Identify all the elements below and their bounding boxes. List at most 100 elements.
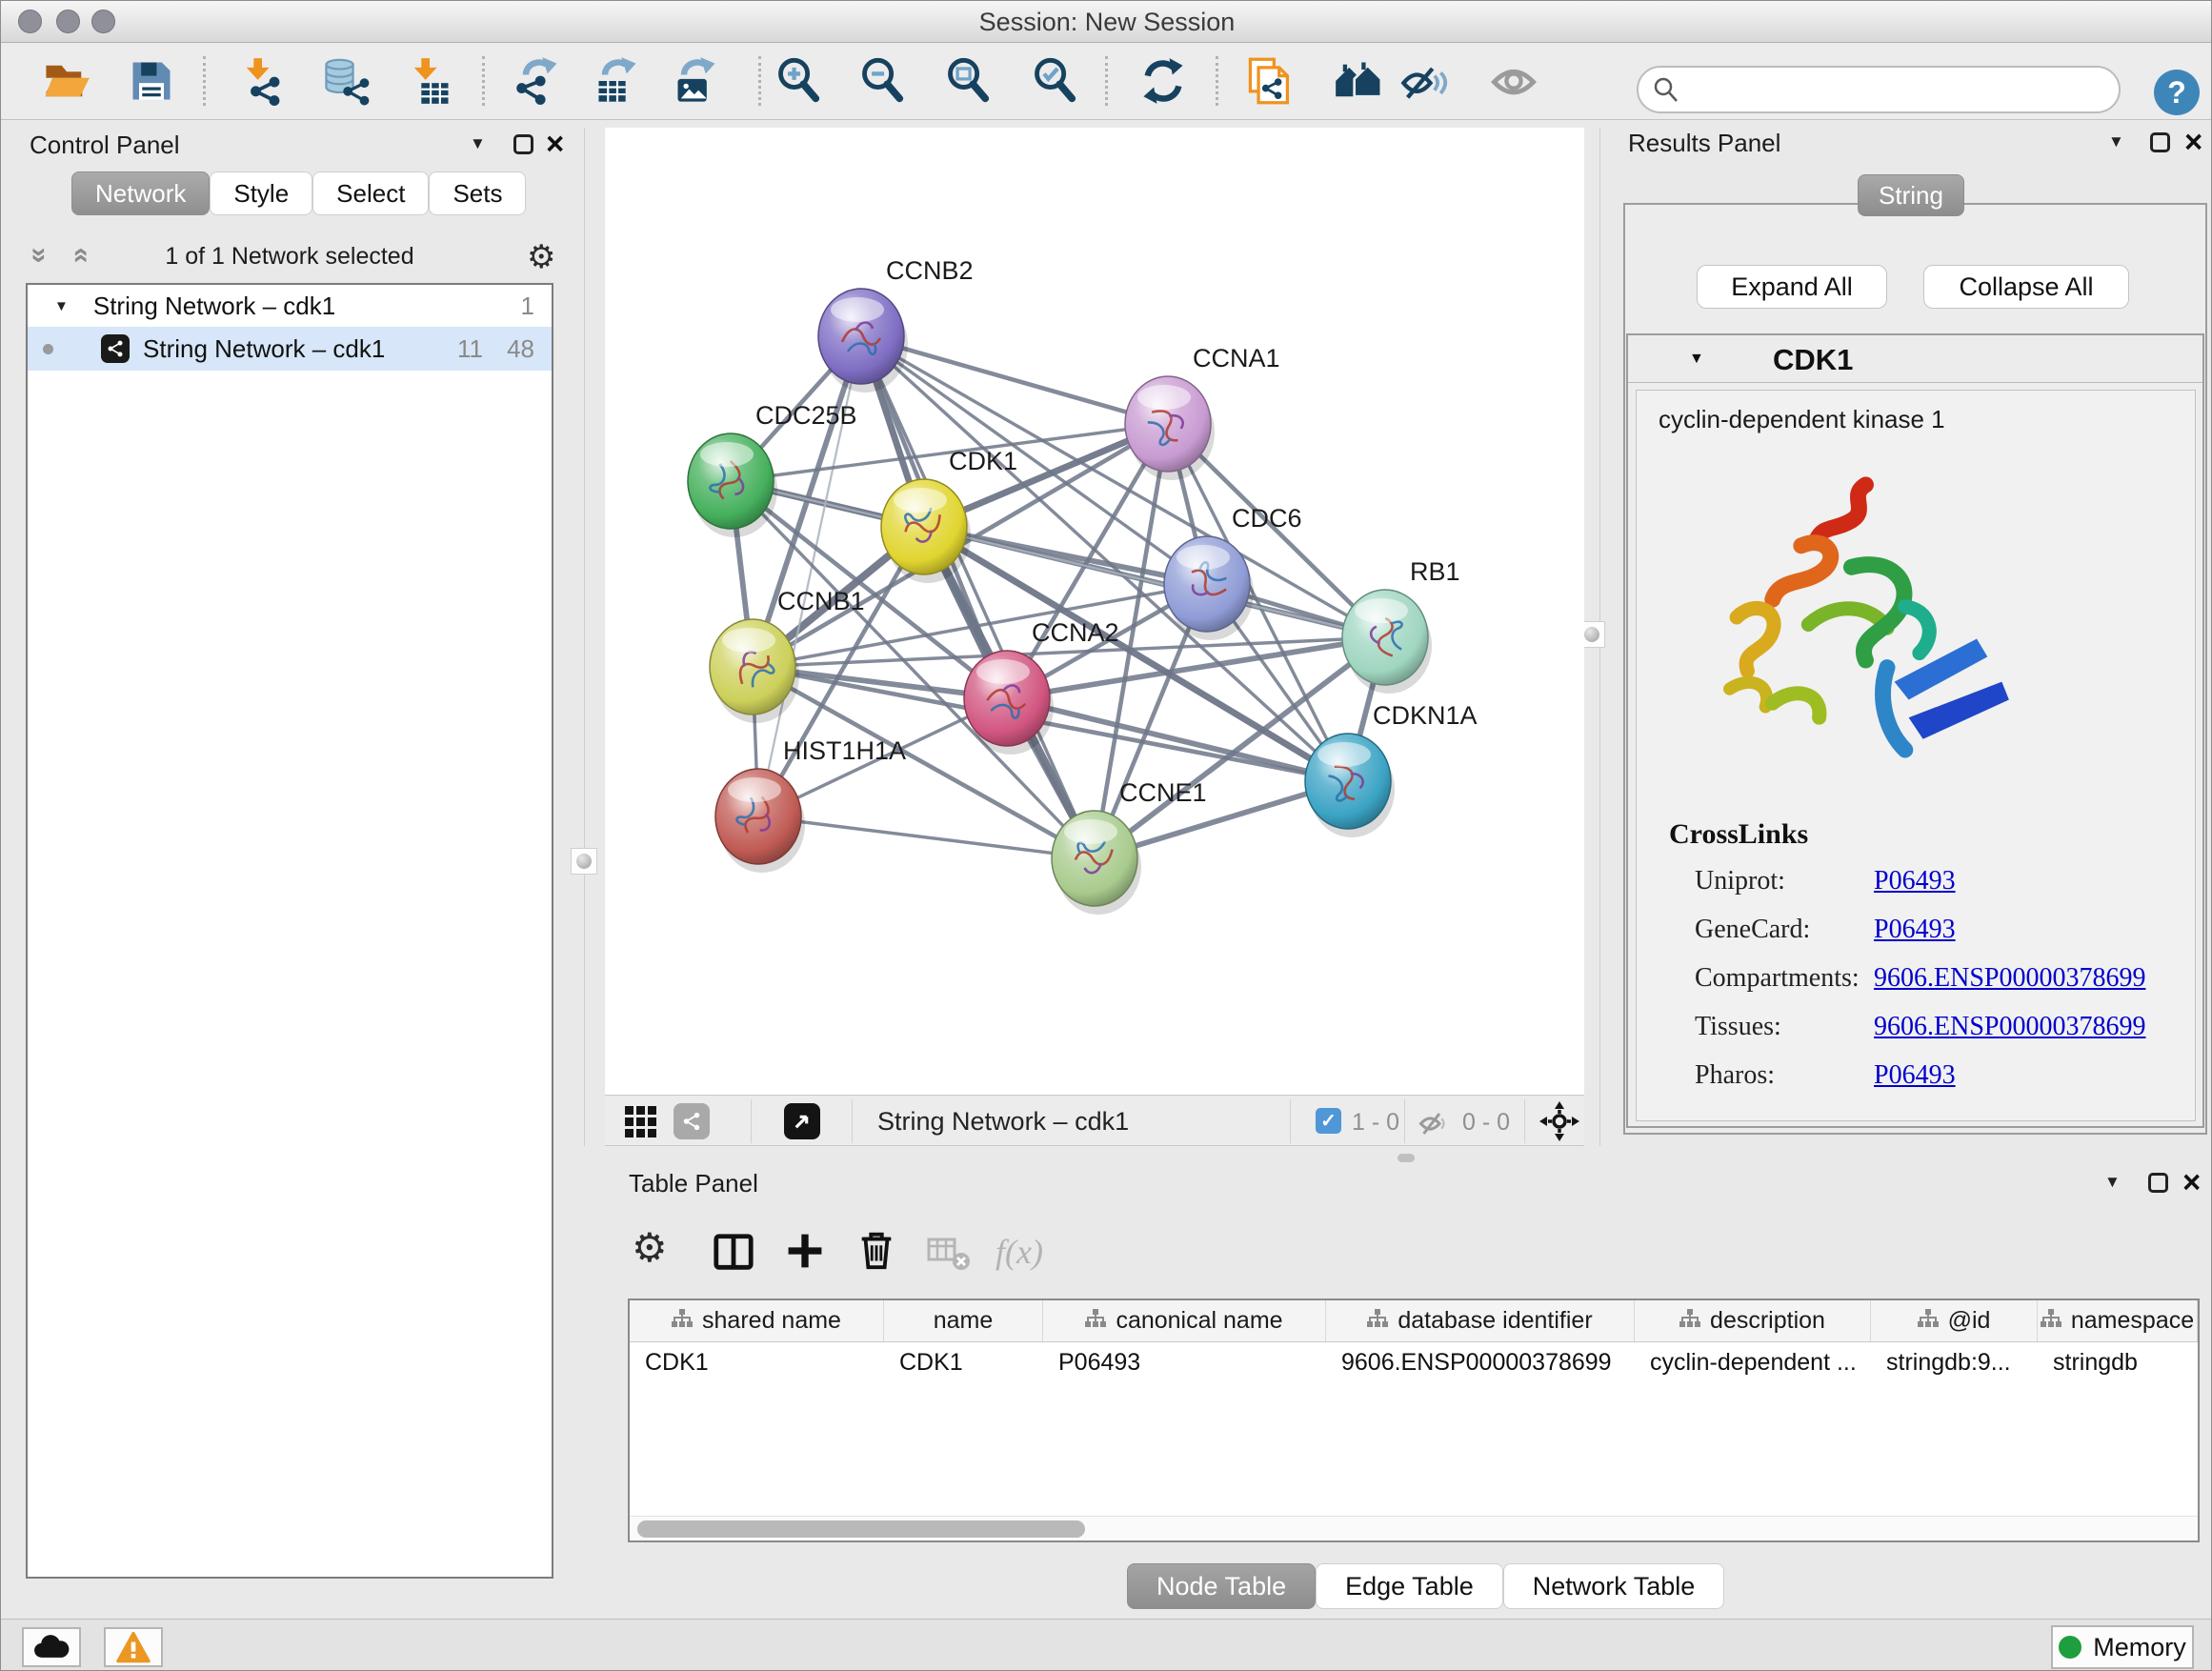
table-cell[interactable]: stringdb:9... xyxy=(1871,1342,2038,1382)
network-node-CCNB2[interactable]: CCNB2 xyxy=(818,256,974,393)
open-session-button[interactable] xyxy=(39,54,92,108)
apply-layout-button[interactable] xyxy=(1136,54,1190,108)
tab-network-table[interactable]: Network Table xyxy=(1503,1563,1725,1609)
crosslink-link[interactable]: P06493 xyxy=(1874,1060,1956,1091)
show-all-button[interactable] xyxy=(1487,54,1540,108)
column-header-name[interactable]: name xyxy=(884,1300,1043,1341)
scrollbar-thumb[interactable] xyxy=(637,1520,1085,1538)
table-options-gear-icon[interactable]: ⚙ xyxy=(632,1232,668,1264)
search-field[interactable] xyxy=(1637,66,2121,113)
collapse-all-button[interactable]: Collapse All xyxy=(1923,265,2129,309)
network-node-RB1[interactable]: RB1 xyxy=(1342,557,1460,694)
table-cell[interactable]: stringdb xyxy=(2038,1342,2198,1382)
import-table-from-file-button[interactable] xyxy=(403,54,456,108)
zoom-fit-button[interactable] xyxy=(942,54,995,108)
control-panel-float-button[interactable] xyxy=(513,134,533,154)
export-network-button[interactable] xyxy=(512,54,565,108)
status-bar: Memory xyxy=(1,1619,2212,1671)
collection-expand-icon[interactable]: ▼ xyxy=(54,298,69,314)
save-session-button[interactable] xyxy=(125,54,178,108)
control-panel-collapse-icon[interactable]: ▼ xyxy=(470,134,486,153)
create-column-plus-icon[interactable] xyxy=(784,1230,826,1272)
table-cell[interactable]: 9606.ENSP00000378699 xyxy=(1326,1342,1635,1382)
cloud-status-button[interactable] xyxy=(22,1627,81,1667)
crosslink-link[interactable]: 9606.ENSP00000378699 xyxy=(1874,1012,2145,1042)
column-header--id[interactable]: @id xyxy=(1871,1300,2038,1341)
network-edge-count: 48 xyxy=(507,334,534,364)
delete-column-trash-icon[interactable] xyxy=(855,1228,898,1272)
bottom-splitter-handle[interactable] xyxy=(1398,1154,1415,1162)
zoom-in-button[interactable] xyxy=(773,54,826,108)
eye-icon xyxy=(1489,56,1538,106)
help-button[interactable]: ? xyxy=(2154,70,2200,115)
table-row[interactable]: CDK1CDK1P064939606.ENSP00000378699cyclin… xyxy=(630,1342,2198,1382)
network-options-gear-icon[interactable]: ⚙ xyxy=(527,241,555,273)
table-cell[interactable]: CDK1 xyxy=(884,1342,1043,1382)
table-panel-float-button[interactable] xyxy=(2148,1173,2168,1193)
share-view-icon[interactable] xyxy=(674,1103,710,1139)
warnings-button[interactable] xyxy=(104,1627,163,1667)
network-collection-row[interactable]: ▼ String Network – cdk1 1 xyxy=(28,285,552,327)
grid-view-icon[interactable] xyxy=(624,1105,658,1139)
table-horizontal-scrollbar[interactable] xyxy=(630,1516,2198,1540)
export-table-button[interactable] xyxy=(591,54,644,108)
table-header-row: shared namenamecanonical namedatabase id… xyxy=(630,1300,2198,1342)
crosslink-label: Pharos: xyxy=(1695,1060,1775,1091)
tab-node-table[interactable]: Node Table xyxy=(1127,1563,1316,1609)
column-header-description[interactable]: description xyxy=(1635,1300,1871,1341)
section-collapse-icon[interactable]: ▼ xyxy=(1689,351,1704,368)
left-splitter[interactable] xyxy=(584,128,585,1146)
selected-checkbox-icon[interactable]: ✓ xyxy=(1316,1108,1341,1134)
tab-style[interactable]: Style xyxy=(210,171,312,215)
control-panel-close-button[interactable]: × xyxy=(546,132,564,155)
string-network-graph[interactable]: CCNB2CCNA1CDC25BCDK1CDC6RB1CCNB1CCNA2CDK… xyxy=(605,128,1584,1095)
search-input[interactable] xyxy=(1688,76,2088,103)
tab-sets[interactable]: Sets xyxy=(429,171,526,215)
table-cell[interactable]: CDK1 xyxy=(630,1342,884,1382)
table-panel-collapse-icon[interactable]: ▼ xyxy=(2104,1173,2121,1192)
table-cell[interactable]: cyclin-dependent ... xyxy=(1635,1342,1871,1382)
zoom-out-button[interactable] xyxy=(856,54,910,108)
birds-eye-view-icon[interactable] xyxy=(1538,1100,1580,1142)
network-node-CCNE1[interactable]: CCNE1 xyxy=(1052,778,1207,915)
import-network-from-file-button[interactable] xyxy=(235,54,289,108)
network-node-CCNA1[interactable]: CCNA1 xyxy=(1125,344,1280,480)
table-cell[interactable]: P06493 xyxy=(1043,1342,1326,1382)
tab-edge-table[interactable]: Edge Table xyxy=(1316,1563,1503,1609)
crosslink-link[interactable]: P06493 xyxy=(1874,915,1956,945)
node-table[interactable]: shared namenamecanonical namedatabase id… xyxy=(628,1299,2200,1542)
tab-string[interactable]: String xyxy=(1858,174,1964,216)
column-header-database-identifier[interactable]: database identifier xyxy=(1326,1300,1635,1341)
column-header-namespace[interactable]: namespace xyxy=(2038,1300,2198,1341)
open-in-new-window-icon[interactable] xyxy=(784,1103,820,1139)
hide-selected-button[interactable] xyxy=(1398,54,1451,108)
column-header-shared-name[interactable]: shared name xyxy=(630,1300,884,1341)
show-columns-icon[interactable] xyxy=(712,1230,755,1274)
column-header-canonical-name[interactable]: canonical name xyxy=(1043,1300,1326,1341)
tab-network[interactable]: Network xyxy=(71,171,210,215)
left-splitter-handle[interactable] xyxy=(571,848,597,875)
results-panel-collapse-icon[interactable]: ▼ xyxy=(2108,132,2124,151)
network-node-HIST1H1A[interactable]: HIST1H1A xyxy=(715,736,906,873)
network-node-CDKN1A[interactable]: CDKN1A xyxy=(1305,701,1478,837)
import-network-from-database-button[interactable] xyxy=(319,54,372,108)
crosslink-link[interactable]: 9606.ENSP00000378699 xyxy=(1874,963,2145,994)
expand-all-button[interactable]: Expand All xyxy=(1697,265,1887,309)
collection-name: String Network – cdk1 xyxy=(93,292,335,321)
results-panel-close-button[interactable]: × xyxy=(2184,131,2202,153)
results-panel-float-button[interactable] xyxy=(2150,132,2170,152)
first-neighbors-button[interactable] xyxy=(1332,54,1385,108)
network-canvas[interactable]: CCNB2CCNA1CDC25BCDK1CDC6RB1CCNB1CCNA2CDK… xyxy=(605,128,1584,1095)
zoom-selected-button[interactable] xyxy=(1029,54,1082,108)
tab-select[interactable]: Select xyxy=(312,171,429,215)
network-name: String Network – cdk1 xyxy=(143,334,385,364)
memory-button[interactable]: Memory xyxy=(2051,1625,2194,1669)
network-row-selected[interactable]: String Network – cdk1 11 48 xyxy=(28,327,552,371)
crosslink-link[interactable]: P06493 xyxy=(1874,866,1956,896)
copy-style-button[interactable] xyxy=(1243,54,1297,108)
export-image-button[interactable] xyxy=(670,54,723,108)
network-node-CDC6[interactable]: CDC6 xyxy=(1164,504,1302,640)
protein-section-header[interactable]: ▼ CDK1 xyxy=(1628,335,2202,383)
network-node-CCNB1[interactable]: CCNB1 xyxy=(710,587,865,723)
table-panel-close-button[interactable]: × xyxy=(2182,1171,2201,1194)
